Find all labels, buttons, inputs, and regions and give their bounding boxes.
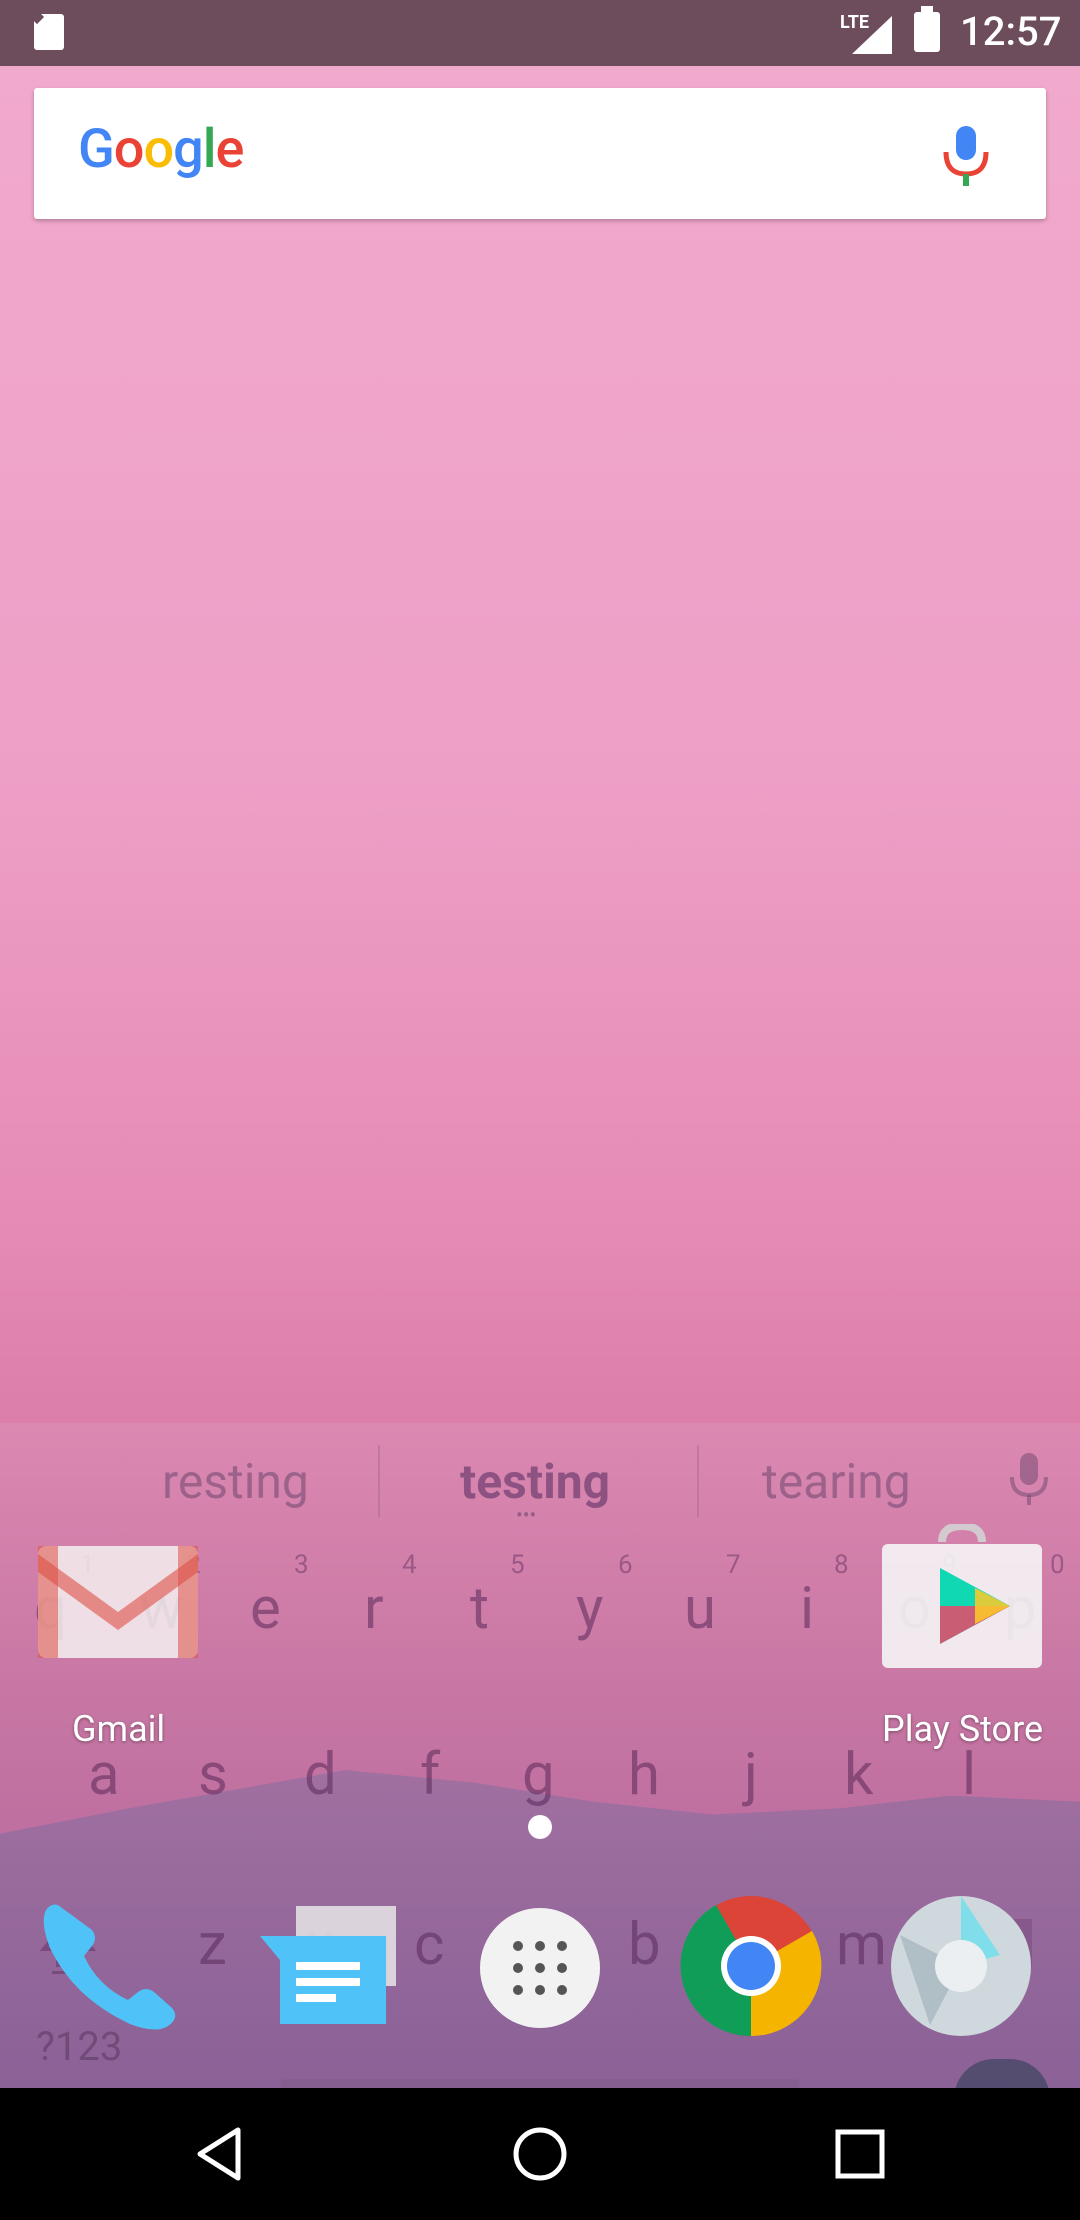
key-hint: 0 — [1050, 1550, 1065, 1580]
key-hint: 4 — [402, 1550, 417, 1580]
key-y[interactable]: y — [576, 1575, 603, 1643]
suggestion-strip: resting testing tearing ••• — [0, 1423, 1080, 1533]
key-j[interactable]: j — [744, 1741, 758, 1809]
key-e[interactable]: e — [250, 1575, 281, 1643]
key-k[interactable]: k — [844, 1741, 873, 1809]
key-s[interactable]: s — [198, 1741, 228, 1809]
camera-icon[interactable] — [890, 1895, 1032, 2037]
key-l[interactable]: l — [962, 1741, 976, 1809]
key-t[interactable]: t — [470, 1575, 489, 1643]
clock: 12:57 — [960, 8, 1062, 55]
play-store-icon[interactable] — [880, 1524, 1044, 1670]
voice-search-mic-icon[interactable] — [934, 124, 998, 188]
back-button[interactable] — [190, 2124, 250, 2184]
google-logo: Google — [78, 118, 244, 181]
key-b[interactable]: b — [628, 1911, 661, 1979]
phone-icon[interactable] — [40, 1900, 190, 2034]
key-g[interactable]: g — [522, 1741, 555, 1809]
key-z[interactable]: z — [198, 1911, 227, 1979]
page-indicator — [528, 1815, 552, 1839]
key-c[interactable]: c — [414, 1911, 444, 1979]
suggestion-divider — [697, 1445, 699, 1517]
key-u[interactable]: u — [684, 1575, 716, 1643]
navigation-bar — [0, 2088, 1080, 2220]
key-i[interactable]: i — [800, 1575, 814, 1643]
google-search-bar[interactable]: Google — [34, 88, 1046, 219]
keyboard-mic-icon[interactable] — [1008, 1451, 1050, 1507]
key-m[interactable]: m — [836, 1911, 887, 1979]
chrome-icon[interactable] — [680, 1895, 822, 2037]
signal-icon — [852, 16, 892, 54]
status-bar: LTE 12:57 — [0, 0, 1080, 66]
key-d[interactable]: d — [304, 1741, 337, 1809]
messages-icon[interactable] — [256, 1900, 406, 2034]
gmail-label: Gmail — [72, 1708, 166, 1750]
play-store-label: Play Store — [882, 1708, 1044, 1750]
key-hint: 6 — [618, 1550, 633, 1580]
key-f[interactable]: f — [420, 1741, 440, 1809]
key-a[interactable]: a — [88, 1741, 120, 1809]
battery-charging-icon — [914, 6, 940, 52]
recents-button[interactable] — [830, 2124, 890, 2184]
suggestion-testing[interactable]: testing — [460, 1453, 610, 1510]
sd-card-icon — [34, 14, 64, 50]
key-hint: 8 — [834, 1550, 849, 1580]
home-button[interactable] — [510, 2124, 570, 2184]
app-drawer-button[interactable] — [480, 1908, 600, 2028]
key-r[interactable]: r — [364, 1575, 384, 1643]
gmail-icon[interactable] — [36, 1542, 200, 1662]
suggestion-divider — [378, 1445, 380, 1517]
key-hint: 3 — [294, 1550, 309, 1580]
key-hint: 7 — [726, 1550, 741, 1580]
suggestion-tearing[interactable]: tearing — [762, 1453, 911, 1510]
suggestion-resting[interactable]: resting — [162, 1453, 309, 1510]
key-hint: 5 — [510, 1550, 525, 1580]
apps-grid-icon — [513, 1941, 567, 1995]
more-suggestions-indicator[interactable]: ••• — [516, 1503, 536, 1527]
key-h[interactable]: h — [628, 1741, 660, 1809]
